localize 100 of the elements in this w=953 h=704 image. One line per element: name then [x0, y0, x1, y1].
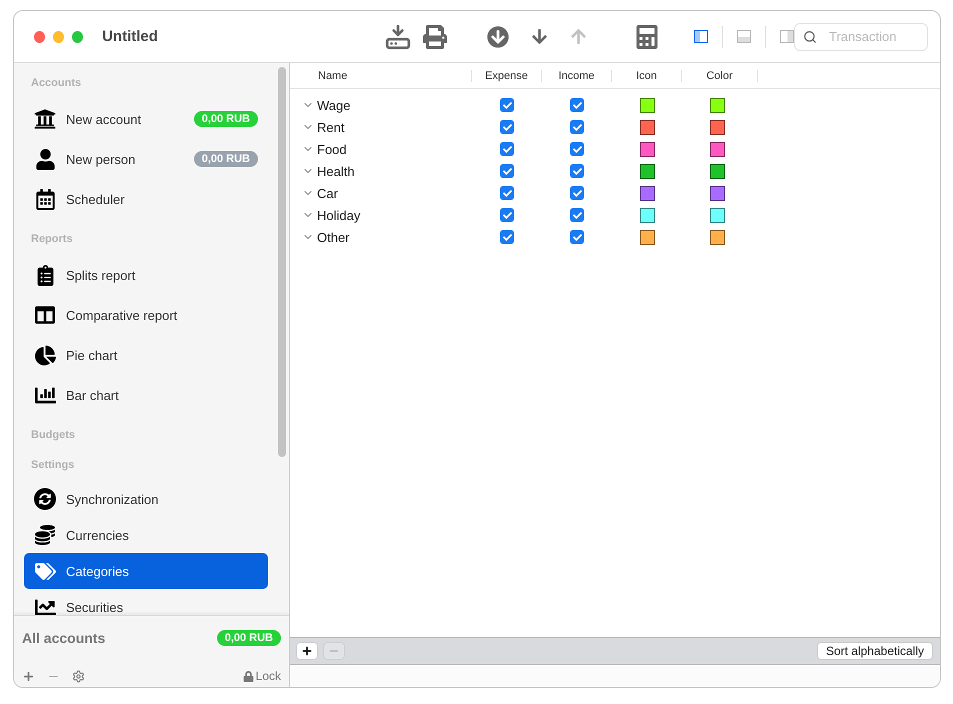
expense-checkbox[interactable]	[500, 186, 514, 200]
checkmark-icon	[502, 100, 512, 110]
section-header: Accounts	[30, 76, 82, 91]
search-field[interactable]: Transaction	[794, 22, 928, 50]
category-name: Car	[317, 186, 338, 200]
sidebar-item[interactable]: Comparative report	[24, 295, 268, 335]
checkmark-icon	[502, 232, 512, 242]
checkmark-icon	[572, 122, 582, 132]
item-label: Pie chart	[66, 348, 118, 362]
color-swatch[interactable]	[710, 164, 724, 178]
column-header[interactable]: Icon	[612, 70, 682, 82]
checkmark-icon	[572, 210, 582, 220]
icon-swatch[interactable]	[640, 208, 654, 222]
expense-checkbox[interactable]	[500, 164, 514, 178]
download-tray-icon[interactable]	[385, 24, 412, 50]
item-label: New account	[66, 112, 142, 126]
expense-checkbox[interactable]	[500, 208, 514, 222]
column-header[interactable]: Income	[542, 70, 612, 82]
person-icon	[34, 148, 56, 170]
sidebar-item[interactable]: Pie chart	[24, 335, 268, 375]
expense-checkbox[interactable]	[500, 120, 514, 134]
checkmark-icon	[502, 122, 512, 132]
checkmark-icon	[502, 188, 512, 198]
add-button[interactable]	[297, 643, 317, 659]
sort-button[interactable]: Sort alphabetically	[816, 642, 933, 660]
color-swatch[interactable]	[710, 230, 724, 244]
item-label: Currencies	[66, 528, 130, 542]
item-label: Bar chart	[66, 388, 120, 402]
item-label: Scheduler	[66, 192, 126, 206]
settings-icon[interactable]	[72, 670, 85, 682]
income-checkbox[interactable]	[570, 230, 584, 244]
window-title: Untitled	[102, 28, 159, 45]
balance-badge: 0,00 RUB	[216, 630, 281, 646]
pie-chart-icon	[34, 344, 56, 366]
income-checkbox[interactable]	[570, 120, 584, 134]
item-label: Splits report	[66, 268, 136, 282]
item-label: Securities	[66, 600, 124, 614]
icon-swatch[interactable]	[640, 164, 654, 178]
expense-checkbox[interactable]	[500, 142, 514, 156]
add-icon[interactable]	[22, 670, 35, 682]
icon-swatch[interactable]	[640, 98, 654, 112]
printer-icon[interactable]	[423, 24, 448, 48]
item-label: New person	[66, 152, 136, 166]
color-swatch[interactable]	[710, 120, 724, 134]
checkmark-icon	[502, 144, 512, 154]
sidebar-item[interactable]: Synchronization	[24, 481, 268, 517]
rising-chart-icon	[34, 596, 56, 615]
income-checkbox[interactable]	[570, 98, 584, 112]
column-header[interactable]: Expense	[472, 70, 542, 82]
report-icon	[34, 305, 56, 325]
total-label: All accounts	[22, 630, 106, 646]
icon-swatch[interactable]	[640, 120, 654, 134]
category-name: Food	[317, 142, 347, 156]
sidebar-item[interactable]: Splits report	[24, 255, 268, 295]
sync-icon	[34, 488, 56, 510]
section-header: Budgets	[30, 428, 76, 443]
color-swatch[interactable]	[710, 208, 724, 222]
sidebar-item[interactable]: Scheduler	[24, 179, 268, 219]
circle-down-arrow-icon[interactable]	[487, 26, 510, 48]
item-label: Categories	[66, 564, 130, 578]
lock-button[interactable]: Lock	[242, 669, 281, 683]
income-checkbox[interactable]	[570, 142, 584, 156]
income-checkbox[interactable]	[570, 208, 584, 222]
checkmark-icon	[572, 166, 582, 176]
sidebar-item[interactable]: Bar chart	[24, 375, 268, 415]
icon-swatch[interactable]	[640, 230, 654, 244]
section-header: Reports	[30, 232, 74, 247]
expense-checkbox[interactable]	[500, 230, 514, 244]
sidebar-item[interactable]: Categories	[24, 553, 268, 589]
income-checkbox[interactable]	[570, 164, 584, 178]
column-header[interactable]: Name	[290, 70, 472, 82]
search-icon[interactable]	[803, 30, 817, 44]
sidebar-item[interactable]: New account 0,00 RUB	[24, 99, 268, 139]
layout-toggle[interactable]	[737, 30, 752, 43]
sidebar-item[interactable]: Currencies	[24, 517, 268, 553]
category-name: Health	[317, 164, 355, 178]
lock-icon	[242, 670, 254, 682]
checkmark-icon	[572, 232, 582, 242]
close-button[interactable]	[34, 30, 46, 42]
color-swatch[interactable]	[710, 98, 724, 112]
tag-icon	[34, 560, 56, 582]
sidebar-item[interactable]: New person 0,00 RUB	[24, 139, 268, 179]
icon-swatch[interactable]	[640, 186, 654, 200]
checkmark-icon	[502, 210, 512, 220]
expense-checkbox[interactable]	[500, 98, 514, 112]
item-label: Synchronization	[66, 492, 160, 506]
color-swatch[interactable]	[710, 142, 724, 156]
layout-toggle[interactable]	[694, 30, 708, 43]
column-header[interactable]: Color	[682, 70, 758, 82]
calculator-icon[interactable]	[635, 24, 660, 48]
scrollbar-thumb[interactable]	[278, 67, 286, 457]
color-swatch[interactable]	[710, 186, 724, 200]
balance-badge: 0,00 RUB	[194, 111, 258, 127]
income-checkbox[interactable]	[570, 186, 584, 200]
balance-badge: 0,00 RUB	[194, 151, 258, 167]
layout-toggle[interactable]	[780, 30, 794, 43]
zoom-button[interactable]	[72, 30, 84, 42]
icon-swatch[interactable]	[640, 142, 654, 156]
down-arrow-icon[interactable]	[531, 28, 548, 45]
sidebar-item[interactable]: Securities	[24, 589, 268, 615]
